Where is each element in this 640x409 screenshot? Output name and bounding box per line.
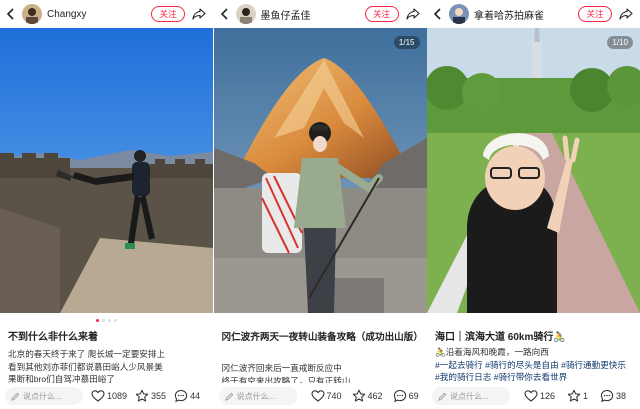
follow-button[interactable]: 关注: [364, 6, 399, 22]
back-arrow-icon[interactable]: [4, 7, 18, 21]
carousel-dots: [0, 319, 213, 323]
like-count: 1089: [107, 391, 128, 401]
hashtag-link[interactable]: #骑行通勤更快乐: [561, 360, 626, 370]
comment-placeholder: 说点什么...: [23, 391, 62, 401]
comment-placeholder: 说点什么...: [236, 391, 276, 401]
bottom-action-bar: 说点什么... 740 462 69: [213, 383, 427, 409]
star-icon: [135, 389, 149, 402]
follow-button[interactable]: 关注: [578, 6, 612, 22]
collect-button[interactable]: 1: [567, 389, 588, 403]
comment-count: 69: [408, 391, 419, 401]
username[interactable]: Changxy: [47, 9, 151, 20]
share-icon[interactable]: [405, 6, 421, 22]
heart-icon: [524, 390, 538, 402]
star-icon: [352, 389, 365, 402]
post-image[interactable]: 1/15: [213, 28, 427, 313]
back-arrow-icon[interactable]: [431, 7, 445, 21]
hashtag-link[interactable]: #骑行的尽头是自由: [485, 360, 559, 370]
collect-button[interactable]: 462: [352, 389, 383, 403]
hashtag-link[interactable]: #我的骑行日志: [435, 372, 491, 382]
comment-count: 38: [616, 391, 627, 401]
comment-input[interactable]: 说点什么...: [5, 387, 83, 405]
like-button[interactable]: 126: [524, 389, 555, 403]
hashtag-link[interactable]: #一起去骑行: [435, 360, 483, 370]
post-body-line: 冈仁波齐回来后一直戒断反应中: [221, 363, 342, 373]
comment-button[interactable]: 69: [393, 389, 419, 403]
collect-count: 462: [367, 391, 383, 401]
bottom-action-bar: 说点什么... 126 1 38: [427, 383, 640, 409]
post-header: Changxy 关注: [0, 0, 213, 28]
hashtag-line: #一起去骑行 #骑行的尽头是自由 #骑行通勤更快乐 #我的骑行日志 #骑行带你去…: [435, 359, 632, 384]
heart-icon: [310, 390, 325, 402]
heart-icon: [91, 390, 105, 402]
post-body-line: 🚴沿着海风和晚霞，一路向西: [435, 347, 549, 357]
comment-icon: [393, 389, 406, 403]
like-button[interactable]: 740: [310, 389, 342, 403]
comment-count: 44: [190, 391, 201, 401]
post-image[interactable]: 1/10: [427, 28, 640, 313]
post-title: 不到什么非什么来着: [8, 332, 98, 343]
collect-button[interactable]: 355: [135, 389, 166, 403]
post-image[interactable]: [0, 28, 213, 313]
share-icon[interactable]: [618, 6, 634, 22]
back-arrow-icon[interactable]: [218, 7, 232, 21]
post-title: 海口｜滨海大道 60km骑行🚴: [435, 332, 566, 343]
collect-count: 355: [151, 391, 167, 401]
post-panel-1: Changxy 关注 不到什么非什么来着 北京的春天终于来了 爬长城一定要安排上…: [0, 0, 213, 409]
post-panel-2: 墨鱼仔孟佳 关注 1/15 冈仁波齐两天一夜转山装备攻略（成功出山版） 冈仁波齐…: [213, 0, 427, 409]
comment-icon: [600, 389, 614, 403]
avatar[interactable]: [22, 4, 42, 24]
image-counter: 1/15: [393, 36, 420, 49]
star-icon: [567, 389, 581, 402]
share-icon[interactable]: [191, 6, 207, 22]
comment-input[interactable]: 说点什么...: [218, 387, 297, 405]
comment-icon: [174, 389, 188, 403]
post-body-line: 看到其他刘亦菲们都说慕田峪人少风景美: [8, 361, 163, 372]
username[interactable]: 拿着哈苏拍麻雀: [474, 7, 578, 22]
post-body: 北京的春天终于来了 爬长城一定要安排上 看到其他刘亦菲们都说慕田峪人少风景美 果…: [8, 348, 205, 386]
comment-button[interactable]: 44: [174, 389, 200, 403]
comment-input[interactable]: 说点什么...: [432, 387, 510, 405]
post-body: 🚴沿着海风和晚霞，一路向西 #一起去骑行 #骑行的尽头是自由 #骑行通勤更快乐 …: [435, 346, 632, 384]
avatar[interactable]: [449, 4, 469, 24]
post-panel-3: 拿着哈苏拍麻雀 关注 1/10 海口｜滨海大道 60km骑行🚴 🚴沿着海风和晚霞…: [427, 0, 640, 409]
follow-button[interactable]: 关注: [151, 6, 185, 22]
pencil-icon: [224, 392, 233, 401]
post-header: 墨鱼仔孟佳 关注: [214, 0, 427, 28]
username[interactable]: 墨鱼仔孟佳: [261, 7, 365, 22]
feed-compare: Changxy 关注 不到什么非什么来着 北京的春天终于来了 爬长城一定要安排上…: [0, 0, 640, 409]
pencil-icon: [11, 392, 20, 401]
collect-count: 1: [583, 391, 589, 401]
like-count: 126: [540, 391, 556, 401]
like-count: 740: [326, 391, 342, 401]
like-button[interactable]: 1089: [91, 389, 127, 403]
bottom-action-bar: 说点什么... 1089 355 44: [0, 383, 213, 409]
comment-button[interactable]: 38: [600, 389, 626, 403]
hashtag-link[interactable]: #骑行带你去看世界: [494, 372, 568, 382]
image-counter: 1/10: [607, 36, 633, 49]
pencil-icon: [438, 392, 447, 401]
post-title: 冈仁波齐两天一夜转山装备攻略（成功出山版）: [221, 332, 423, 343]
avatar[interactable]: [235, 4, 256, 24]
post-body-line: 北京的春天终于来了 爬长城一定要安排上: [8, 349, 166, 359]
post-header: 拿着哈苏拍麻雀 关注: [427, 0, 640, 28]
comment-placeholder: 说点什么...: [450, 391, 489, 401]
